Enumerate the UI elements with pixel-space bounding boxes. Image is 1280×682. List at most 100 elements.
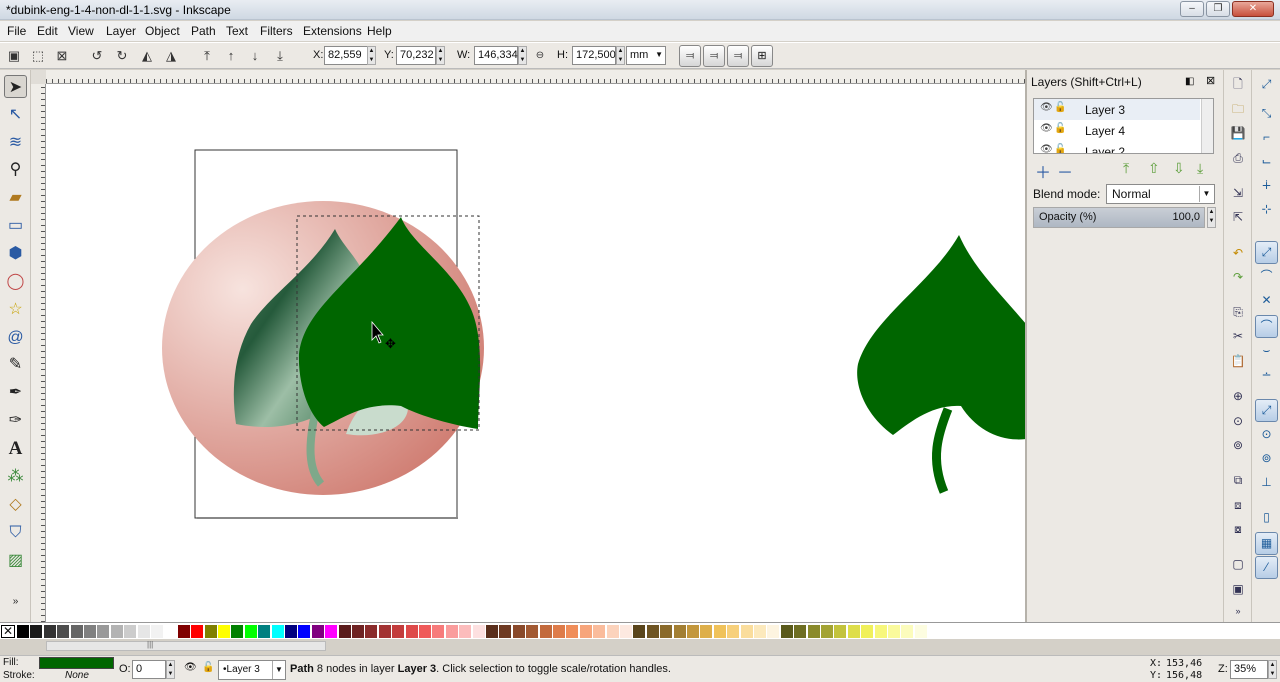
h-spinner[interactable]: ▲ ▼ xyxy=(616,46,625,65)
color-swatch[interactable] xyxy=(620,625,632,638)
color-swatch[interactable] xyxy=(646,625,659,638)
rotate-cw-icon[interactable]: ↻ xyxy=(113,47,131,65)
color-swatch[interactable] xyxy=(780,625,793,638)
color-swatch[interactable] xyxy=(472,625,485,638)
dock-close-icon[interactable]: ⊠ xyxy=(1206,74,1215,87)
menu-view[interactable]: View xyxy=(68,24,94,38)
opacity-slider[interactable]: Opacity (%) 100,0 xyxy=(1033,207,1205,228)
color-swatch[interactable] xyxy=(137,625,150,638)
select-tool-icon[interactable]: ➤ xyxy=(4,75,27,98)
color-swatch[interactable] xyxy=(687,625,699,638)
color-swatch[interactable] xyxy=(660,625,673,638)
color-swatch[interactable] xyxy=(874,625,887,638)
color-swatch[interactable] xyxy=(633,625,646,638)
horizontal-scrollbar[interactable]: ||| xyxy=(46,640,326,651)
opacity-field[interactable]: 0 xyxy=(132,660,166,679)
opacity-field-spinner[interactable]: ▲ ▼ xyxy=(166,660,175,679)
color-swatch[interactable] xyxy=(727,625,740,638)
flip-vertical-icon[interactable]: ◮ xyxy=(162,47,180,65)
import-icon[interactable]: ⇲ xyxy=(1228,183,1248,203)
color-swatch[interactable] xyxy=(218,625,230,638)
color-swatch[interactable] xyxy=(888,625,900,638)
gradient-tool-icon[interactable]: ▨ xyxy=(4,549,27,572)
snap-centers-icon[interactable]: ⊙ xyxy=(1255,424,1278,447)
select-all-icon[interactable]: ▣ xyxy=(5,47,23,65)
menu-help[interactable]: Help xyxy=(367,24,392,38)
menu-text[interactable]: Text xyxy=(226,24,248,38)
eye-icon[interactable]: 👁 xyxy=(1040,123,1053,134)
pen-tool-icon[interactable]: ✒ xyxy=(4,381,27,404)
layer-row[interactable]: 👁 🔓 Layer 4 xyxy=(1034,120,1200,141)
lock-icon[interactable]: 🔓 xyxy=(1054,144,1066,153)
undo-icon[interactable]: ↶ xyxy=(1228,243,1248,263)
layer-to-top-icon[interactable]: ⤒ xyxy=(1123,160,1129,177)
transform-patterns-toggle[interactable]: ⊞ xyxy=(751,45,773,67)
snap-smooth-nodes-icon[interactable]: ⌣ xyxy=(1255,340,1278,363)
rotate-ccw-icon[interactable]: ↺ xyxy=(88,47,106,65)
open-icon[interactable]: 🗀 xyxy=(1228,99,1248,119)
layer-list-scrollbar[interactable] xyxy=(1201,99,1213,153)
color-swatch[interactable] xyxy=(459,625,472,638)
color-swatch[interactable] xyxy=(97,625,110,638)
color-swatch[interactable] xyxy=(740,625,753,638)
scale-corners-toggle[interactable]: ⫤ xyxy=(703,45,725,67)
zoom-selection-icon[interactable]: ⊕ xyxy=(1228,386,1248,406)
snap-enable-icon[interactable]: ⤢ xyxy=(1255,74,1278,97)
layer-up-icon[interactable]: ⇧ xyxy=(1148,160,1160,177)
new-document-icon[interactable]: 🗋 xyxy=(1228,74,1248,94)
lock-proportions-icon[interactable]: ⊖ xyxy=(531,47,549,65)
color-swatch[interactable] xyxy=(204,625,217,638)
copy-icon[interactable]: ⎘ xyxy=(1228,302,1248,322)
raise-icon[interactable]: ↑ xyxy=(222,47,240,65)
snap-cusp-nodes-icon[interactable]: ⌒ xyxy=(1255,315,1278,338)
layer-name[interactable]: Layer 4 xyxy=(1085,124,1125,138)
color-swatch[interactable] xyxy=(512,625,525,638)
snap-grid-icon[interactable]: ▦ xyxy=(1255,532,1278,555)
zoom-page-icon[interactable]: ⊚ xyxy=(1228,435,1248,455)
snap-rotation-centers-icon[interactable]: ⊚ xyxy=(1255,448,1278,471)
color-swatch[interactable] xyxy=(231,625,244,638)
no-paint-swatch[interactable]: ✕ xyxy=(1,625,15,638)
menu-edit[interactable]: Edit xyxy=(37,24,58,38)
group-icon[interactable]: ▢ xyxy=(1228,554,1248,574)
raise-to-top-icon[interactable]: ⤒ xyxy=(198,47,216,65)
redo-icon[interactable]: ↷ xyxy=(1228,267,1248,287)
color-swatch[interactable] xyxy=(271,625,284,638)
menu-layer[interactable]: Layer xyxy=(106,24,136,38)
spiral-tool-icon[interactable]: @ xyxy=(4,326,27,349)
print-icon[interactable]: ⎙ xyxy=(1228,148,1248,168)
color-swatch[interactable] xyxy=(593,625,606,638)
snap-bbox-midpoints-icon[interactable]: ∔ xyxy=(1255,175,1278,198)
add-layer-icon[interactable]: ＋ xyxy=(1035,159,1051,183)
more-tools-icon[interactable]: » xyxy=(4,590,27,613)
color-swatch[interactable] xyxy=(553,625,565,638)
snap-text-baseline-icon[interactable]: ⊥ xyxy=(1255,472,1278,495)
unit-select[interactable]: mm ▼ xyxy=(626,46,666,65)
h-field[interactable]: 172,500 xyxy=(572,46,616,65)
color-swatch[interactable] xyxy=(285,625,297,638)
layer-to-bottom-icon[interactable]: ⤓ xyxy=(1197,160,1203,177)
color-swatch[interactable] xyxy=(191,625,204,638)
tweak-tool-icon[interactable]: ≋ xyxy=(4,131,27,154)
color-swatch[interactable] xyxy=(378,625,391,638)
x-field[interactable]: 82,559 xyxy=(324,46,368,65)
snap-guide-icon[interactable]: ⁄ xyxy=(1255,556,1278,579)
opacity-spinner[interactable]: ▲ ▼ xyxy=(1207,207,1216,228)
unlink-clone-icon[interactable]: ⧇ xyxy=(1228,519,1248,539)
x-spinner[interactable]: ▲ ▼ xyxy=(367,46,376,65)
color-swatch[interactable] xyxy=(419,625,431,638)
layer-name[interactable]: Layer 3 xyxy=(1085,103,1125,117)
remove-layer-icon[interactable]: － xyxy=(1057,159,1073,183)
rect-tool-icon[interactable]: ▭ xyxy=(4,214,27,237)
color-swatch[interactable] xyxy=(847,625,860,638)
text-tool-icon[interactable]: A xyxy=(4,437,27,460)
menu-filters[interactable]: Filters xyxy=(260,24,293,38)
color-swatch[interactable] xyxy=(244,625,257,638)
menu-path[interactable]: Path xyxy=(191,24,216,38)
snap-intersections-icon[interactable]: ✕ xyxy=(1255,290,1278,313)
deselect-icon[interactable]: ⊠ xyxy=(53,47,71,65)
w-spinner[interactable]: ▲ ▼ xyxy=(518,46,527,65)
transform-gradients-toggle[interactable]: ⫤ xyxy=(727,45,749,67)
color-swatch[interactable] xyxy=(606,625,619,638)
color-swatch[interactable] xyxy=(325,625,338,638)
